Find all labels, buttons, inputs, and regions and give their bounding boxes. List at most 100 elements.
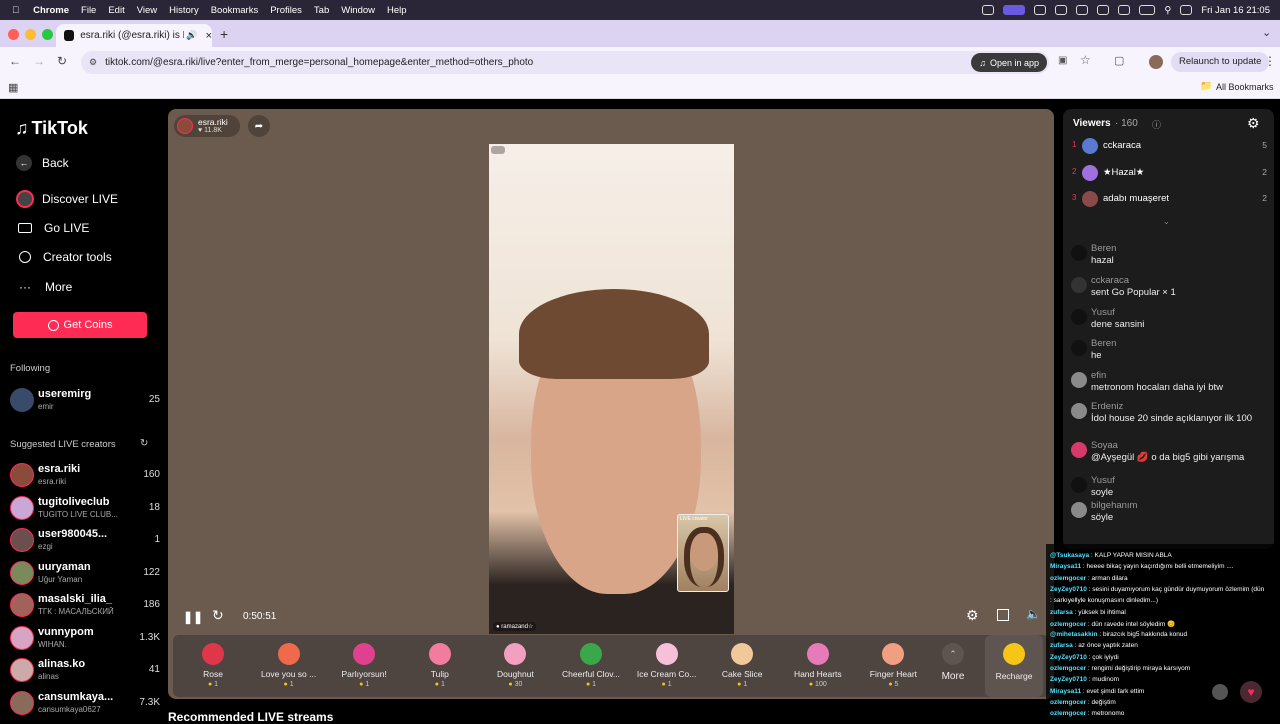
nav-discover-live[interactable]: Discover LIVE — [16, 190, 118, 208]
bookmark-star-icon[interactable]: ☆ — [1080, 53, 1091, 67]
back-icon[interactable]: ← — [9, 54, 21, 68]
status-icon[interactable] — [1034, 5, 1047, 15]
menu-help[interactable]: Help — [387, 5, 407, 16]
wifi-icon[interactable] — [1118, 5, 1131, 15]
apps-grid-icon[interactable]: ▦ — [8, 81, 18, 94]
gift-item[interactable]: Ice Cream Co... ● 1 — [632, 641, 702, 695]
clock[interactable]: Fri Jan 16 21:05 — [1201, 5, 1270, 16]
gift-item[interactable]: Rose ● 1 — [178, 641, 248, 695]
discover-live-icon — [16, 190, 34, 208]
forward-icon[interactable]: → — [33, 54, 45, 68]
chrome-menu-icon[interactable]: ⋮ — [1264, 54, 1276, 68]
gift-item[interactable]: Cake Slice ● 1 — [707, 641, 777, 695]
back-button[interactable]: ← Back — [16, 155, 69, 171]
suggested-creator[interactable]: user980045... ezgi 1 — [10, 526, 160, 556]
nav-more[interactable]: ··· More — [16, 280, 72, 294]
fullscreen-icon[interactable] — [997, 609, 1009, 621]
settings-icon[interactable]: ⚙ — [966, 607, 979, 624]
overlay-chat-window[interactable]: @Tsukasaya : KALP YAPAR MISIN ABLA Mirays… — [1046, 544, 1280, 720]
close-window-button[interactable] — [8, 29, 19, 40]
tab-search-icon[interactable]: ⌄ — [1262, 26, 1271, 39]
open-in-app-button[interactable]: ♫ Open in app — [971, 53, 1047, 72]
address-bar[interactable]: ⚙ tiktok.com/@esra.riki/live?enter_from_… — [81, 51, 1049, 74]
host-chip[interactable]: esra.riki ♥ 11.8K — [174, 115, 240, 137]
get-coins-label: Get Coins — [63, 319, 113, 331]
all-bookmarks-link[interactable]: All Bookmarks — [1216, 82, 1274, 92]
search-icon[interactable]: ⚲ — [1164, 5, 1171, 16]
menu-profiles[interactable]: Profiles — [270, 5, 302, 16]
menu-window[interactable]: Window — [341, 5, 375, 16]
nav-go-live[interactable]: Go LIVE — [16, 221, 89, 235]
suggested-creator[interactable]: alinas.ko alinas 41 — [10, 656, 160, 686]
new-tab-button[interactable]: + — [220, 26, 228, 42]
share-icon[interactable]: ➦ — [248, 115, 270, 137]
close-tab-icon[interactable]: × — [206, 30, 212, 42]
viewer-row[interactable]: 3 adabı muaşeret 2 — [1072, 190, 1267, 210]
screen-record-icon[interactable] — [1003, 5, 1026, 15]
status-icon[interactable] — [1076, 5, 1089, 15]
emoji-icon[interactable] — [1212, 684, 1228, 700]
suggested-creator[interactable]: tugitoliveclub TUGITO LIVE CLUB... 18 — [10, 494, 160, 524]
site-info-icon[interactable]: ⚙ — [89, 57, 97, 68]
pip-cohost-video[interactable]: LIVE creator — [677, 514, 729, 592]
refresh-icon[interactable]: ↻ — [140, 438, 148, 449]
gift-item[interactable]: Hand Hearts ● 100 — [783, 641, 853, 695]
translate-icon[interactable]: ▣ — [1058, 55, 1067, 66]
viewer-row[interactable]: 1 cckaraca 5 — [1072, 137, 1267, 157]
active-tab[interactable]: esra.riki (@esra.riki) is LIVE 🔊 × — [56, 24, 212, 47]
maximize-window-button[interactable] — [42, 29, 53, 40]
settings-icon[interactable]: ⚙ — [1247, 115, 1260, 132]
pause-icon[interactable]: ❚❚ — [183, 610, 203, 624]
info-icon[interactable]: ⓘ — [1152, 118, 1161, 131]
suggested-creator[interactable]: cansumkaya... cansumkaya0627 7.3K — [10, 689, 160, 719]
gift-item[interactable]: Cheerful Clov... ● 1 — [556, 641, 626, 695]
suggested-creator[interactable]: masalski_ilia_ ТГК : МАСАЛЬСКИЙ 186 — [10, 591, 160, 621]
battery-icon[interactable] — [1139, 5, 1156, 15]
gift-price: ● 1 — [632, 681, 702, 688]
apple-icon[interactable]:  — [12, 5, 19, 16]
volume-icon[interactable]: 🔈 — [1026, 607, 1041, 621]
overlay-username: ozlemgocer — [1050, 710, 1087, 718]
more-gifts-button[interactable]: ⌃ More — [933, 641, 973, 695]
like-heart-button[interactable]: ♥ — [1240, 681, 1262, 703]
reload-icon[interactable]: ↻ — [57, 54, 67, 68]
status-icon[interactable] — [982, 5, 995, 15]
overlay-chat-line: : sarkıyellyle konuşmasını dinledim...) — [1050, 597, 1159, 605]
menu-file[interactable]: File — [81, 5, 96, 16]
url-text[interactable]: tiktok.com/@esra.riki/live?enter_from_me… — [105, 57, 533, 68]
extensions-icon[interactable]: ▢ — [1114, 54, 1124, 67]
live-player[interactable]: esra.riki ♥ 11.8K ➦ ● ramazand☆ LIVE cre… — [168, 109, 1054, 699]
recharge-button[interactable]: Recharge — [985, 635, 1043, 697]
status-icon[interactable] — [1055, 5, 1068, 15]
gift-item[interactable]: Doughnut ● 30 — [480, 641, 550, 695]
status-icon[interactable] — [1097, 5, 1110, 15]
menu-view[interactable]: View — [137, 5, 157, 16]
tiktok-logo[interactable]: ♫ TikTok — [15, 118, 88, 139]
avatar — [10, 658, 34, 682]
menu-tab[interactable]: Tab — [314, 5, 329, 16]
suggested-creator[interactable]: uuryaman Uğur Yaman 122 — [10, 559, 160, 589]
relaunch-button[interactable]: Relaunch to update — [1171, 52, 1270, 72]
suggested-creator[interactable]: vunnypom WIHAN. 1.3K — [10, 624, 160, 654]
get-coins-button[interactable]: Get Coins — [13, 312, 147, 338]
nav-creator-tools[interactable]: Creator tools — [16, 250, 112, 264]
overlay-chat-line: ozlemgocer : rengimi değiştirip miraya k… — [1050, 665, 1191, 672]
gift-item[interactable]: Parlıyorsun! ● 1 — [329, 641, 399, 695]
gift-item[interactable]: Tulip ● 1 — [405, 641, 475, 695]
collapse-chevron-icon[interactable]: ⌄ — [1163, 217, 1170, 226]
menu-history[interactable]: History — [169, 5, 199, 16]
gift-item[interactable]: Finger Heart ● 5 — [858, 641, 928, 695]
speaker-icon[interactable]: 🔊 — [186, 30, 197, 41]
profile-avatar[interactable] — [1149, 55, 1163, 69]
minimize-window-button[interactable] — [25, 29, 36, 40]
suggested-creator[interactable]: esra.riki esra.riki 160 — [10, 461, 160, 491]
replay-icon[interactable]: ↻ — [212, 607, 224, 624]
following-item[interactable]: useremirg emir 25 — [10, 386, 160, 416]
app-menu[interactable]: Chrome — [33, 5, 69, 16]
viewer-row[interactable]: 2 ★Hazal★ 2 — [1072, 164, 1267, 184]
menu-bookmarks[interactable]: Bookmarks — [211, 5, 259, 16]
menu-edit[interactable]: Edit — [108, 5, 124, 16]
gift-item[interactable]: Love you so ... ● 1 — [254, 641, 324, 695]
control-center-icon[interactable] — [1180, 5, 1193, 15]
live-video[interactable]: ● ramazand☆ LIVE creator — [489, 144, 734, 634]
